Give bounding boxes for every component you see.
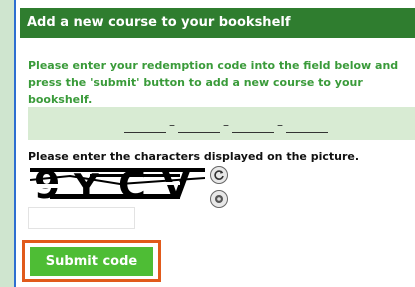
refresh-captcha-button[interactable] [210,166,228,184]
instructions-text: Please enter your redemption code into t… [28,59,399,106]
redemption-code-fields: – – – [124,113,328,133]
left-border [14,0,16,287]
code-separator: – [169,118,175,132]
audio-captcha-button[interactable] [210,190,228,208]
captcha-char: Y [73,167,99,202]
audio-icon [215,195,223,203]
code-segment-2[interactable] [178,116,220,133]
code-separator: – [223,118,229,132]
code-segment-4[interactable] [286,116,328,133]
captcha-image: 9 Y C V [30,164,205,202]
code-separator: – [277,118,283,132]
submit-code-button[interactable]: Submit code [30,247,153,276]
dialog-title: Add a new course to your bookshelf [20,8,415,38]
refresh-icon [214,170,224,180]
captcha-input[interactable] [28,207,135,229]
captcha-label: Please enter the characters displayed on… [28,150,360,163]
captcha-char: 9 [34,164,60,202]
code-segment-3[interactable] [232,116,274,133]
code-segment-1[interactable] [124,116,166,133]
